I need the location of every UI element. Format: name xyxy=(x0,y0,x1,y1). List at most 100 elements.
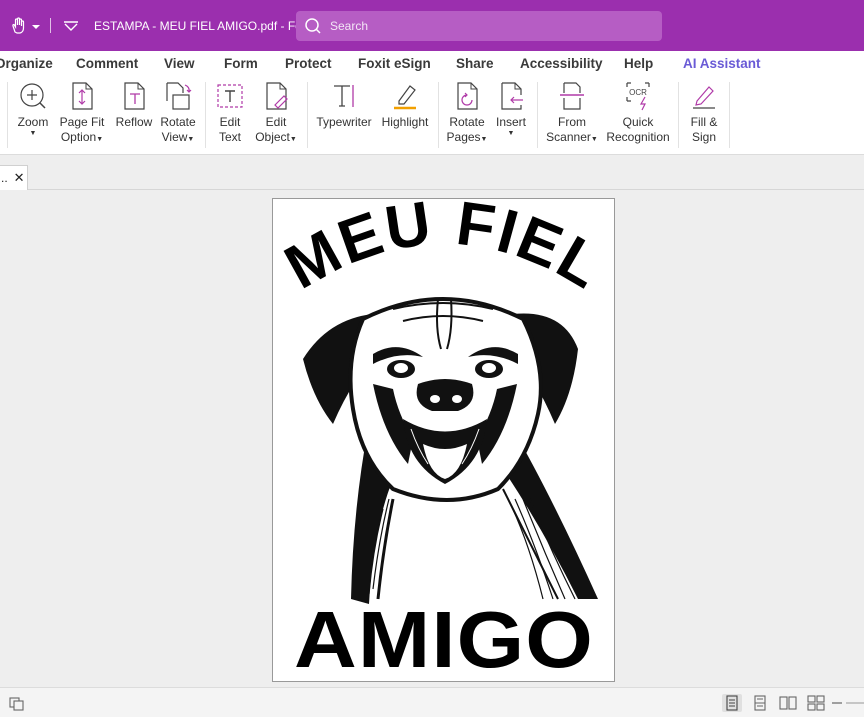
chevron-down-icon: ▼ xyxy=(590,136,598,143)
typewriter-button[interactable]: Typewriter xyxy=(315,81,373,130)
scanner-icon xyxy=(557,81,587,111)
single-page-view-button[interactable] xyxy=(722,694,742,712)
menu-form[interactable]: Form xyxy=(224,56,258,71)
copy-pages-icon xyxy=(9,697,24,711)
ribbon-divider xyxy=(205,82,206,148)
zoom-button[interactable]: Zoom ▼ xyxy=(15,81,51,138)
ribbon-divider xyxy=(307,82,308,148)
reflow-button[interactable]: Reflow xyxy=(114,81,154,130)
title-bar: ESTAMPA - MEU FIEL AMIGO.pdf - Fo... xyxy=(0,0,864,51)
quick-recognition-button[interactable]: OCR Quick Recognition xyxy=(604,81,672,145)
highlight-button[interactable]: Highlight xyxy=(379,81,431,130)
fill-sign-label-1: Fill & xyxy=(690,115,718,129)
page-fit-icon xyxy=(67,81,97,111)
rotate-pages-icon xyxy=(452,81,482,111)
menu-protect[interactable]: Protect xyxy=(285,56,332,71)
ribbon-divider xyxy=(7,82,8,148)
zoom-label: Zoom xyxy=(17,115,49,129)
menu-bar: Organize Comment View Form Protect Foxit… xyxy=(0,51,864,78)
fill-sign-label-2: Sign xyxy=(691,130,717,144)
title-top-text: MEU FIEL xyxy=(274,199,615,303)
zoom-slider-track xyxy=(832,702,864,704)
from-scanner-button[interactable]: From Scanner▼ xyxy=(545,81,599,145)
close-icon[interactable]: ✕ xyxy=(14,170,25,186)
edit-object-label-1: Edit xyxy=(265,115,287,129)
rotate-view-icon xyxy=(163,81,193,111)
highlight-label: Highlight xyxy=(381,115,429,129)
chevron-down-icon: ▼ xyxy=(289,136,297,143)
hand-icon xyxy=(12,16,40,34)
from-scanner-label-2: Scanner xyxy=(546,130,591,144)
rotate-pages-label-2: Pages xyxy=(446,130,481,144)
edit-text-button[interactable]: Edit Text xyxy=(212,81,248,145)
chevron-down-icon: ▼ xyxy=(29,130,37,137)
fill-sign-button[interactable]: Fill & Sign xyxy=(686,81,722,145)
title-bottom-text: AMIGO xyxy=(294,595,594,683)
ribbon-divider xyxy=(438,82,439,148)
quick-access-dropdown[interactable] xyxy=(62,0,84,51)
chevron-down-icon: ▼ xyxy=(480,136,488,143)
menu-view[interactable]: View xyxy=(164,56,195,71)
page-fit-option-button[interactable]: Page Fit Option▼ xyxy=(58,81,106,145)
edit-object-button[interactable]: Edit Object▼ xyxy=(254,81,298,145)
insert-button[interactable]: Insert ▼ xyxy=(494,81,528,138)
continuous-facing-view-button[interactable] xyxy=(806,694,826,712)
menu-comment[interactable]: Comment xyxy=(76,56,138,71)
ocr-icon: OCR xyxy=(623,81,653,111)
rotate-view-button[interactable]: Rotate View▼ xyxy=(159,81,197,145)
rotate-view-label-2: View xyxy=(161,130,188,144)
rotate-pages-label-1: Rotate xyxy=(449,115,485,129)
continuous-facing-icon xyxy=(807,695,825,711)
insert-label: Insert xyxy=(495,115,526,129)
zoom-icon xyxy=(18,81,48,111)
highlight-icon xyxy=(390,81,420,111)
quick-recognition-label-2: Recognition xyxy=(606,130,670,144)
menu-share[interactable]: Share xyxy=(456,56,494,71)
page-artwork: MEU FIEL AMIGO xyxy=(274,199,615,683)
rotate-view-label-1: Rotate xyxy=(160,115,196,129)
chevron-down-icon: ▼ xyxy=(96,136,104,143)
search-input[interactable] xyxy=(330,19,630,33)
menu-ai-assistant[interactable]: AI Assistant xyxy=(683,56,761,71)
search-icon xyxy=(305,18,321,34)
menu-foxit-esign[interactable]: Foxit eSign xyxy=(358,56,431,71)
continuous-view-button[interactable] xyxy=(750,694,770,712)
hand-tool-button[interactable] xyxy=(8,0,44,51)
fill-sign-icon xyxy=(689,81,719,111)
typewriter-icon xyxy=(329,81,359,111)
facing-view-button[interactable] xyxy=(778,694,798,712)
edit-text-label-2: Text xyxy=(218,130,241,144)
document-canvas[interactable]: MEU FIEL AMIGO xyxy=(0,190,864,687)
page-fit-label-1: Page Fit xyxy=(59,115,105,129)
search-box[interactable] xyxy=(296,11,662,41)
dog-illustration xyxy=(303,297,598,604)
quick-recognition-label-1: Quick xyxy=(622,115,654,129)
edit-object-icon xyxy=(261,81,291,111)
chevron-down-icon: ▼ xyxy=(187,136,195,143)
menu-organize[interactable]: Organize xyxy=(0,56,53,71)
pdf-page: MEU FIEL AMIGO xyxy=(272,198,615,683)
reflow-icon xyxy=(119,81,149,111)
document-title: ESTAMPA - MEU FIEL AMIGO.pdf - Fo... xyxy=(94,18,312,33)
reflow-label: Reflow xyxy=(115,115,153,129)
typewriter-label: Typewriter xyxy=(316,115,372,129)
menu-help[interactable]: Help xyxy=(624,56,653,71)
rotate-pages-button[interactable]: Rotate Pages▼ xyxy=(446,81,488,145)
single-page-icon xyxy=(726,695,738,711)
edit-text-label-1: Edit xyxy=(219,115,241,129)
menu-accessibility[interactable]: Accessibility xyxy=(520,56,603,71)
continuous-page-icon xyxy=(754,695,766,711)
document-tab-bar: .. ✕ xyxy=(0,156,864,190)
document-tab[interactable]: .. ✕ xyxy=(0,165,28,190)
chevron-down-icon xyxy=(64,20,78,31)
chevron-down-icon: ▼ xyxy=(507,130,515,137)
page-thumbnail-toggle[interactable] xyxy=(7,694,27,712)
edit-text-icon xyxy=(215,81,245,111)
from-scanner-label-1: From xyxy=(558,115,586,129)
facing-pages-icon xyxy=(779,696,797,710)
page-fit-label-2: Option xyxy=(60,130,97,144)
svg-text:OCR: OCR xyxy=(629,88,647,97)
edit-object-label-2: Object xyxy=(255,130,290,144)
zoom-slider[interactable] xyxy=(832,694,864,712)
titlebar-divider xyxy=(50,18,51,33)
